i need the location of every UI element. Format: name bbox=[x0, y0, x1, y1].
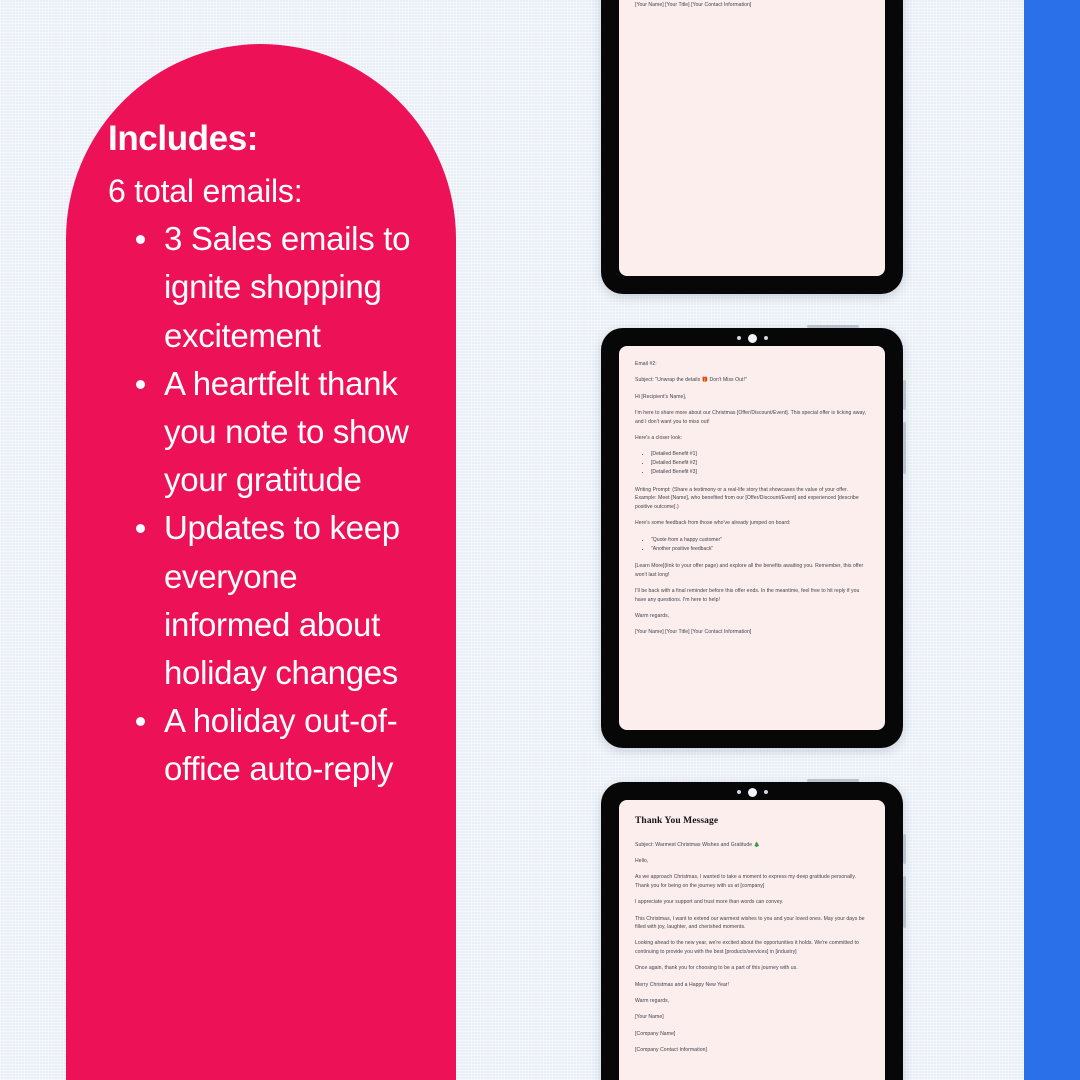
email-paragraph: Once again, thank you for choosing to be… bbox=[635, 965, 798, 972]
email-paragraph: Here's a closer look: bbox=[635, 434, 683, 441]
sensor-dot-icon bbox=[763, 790, 768, 794]
camera-dots bbox=[601, 787, 903, 797]
tablet-email-two[interactable]: Email #2: Subject: "Unwrap the details 🎁… bbox=[601, 325, 906, 748]
tablet-screen-thank-you: Thank You Message Subject: Warmest Chris… bbox=[619, 800, 885, 1080]
includes-bullet-list: 3 Sales emails to ignite shopping excite… bbox=[108, 215, 430, 793]
email-label: Email #2: bbox=[635, 361, 657, 367]
email-greeting: Hello, bbox=[635, 858, 649, 865]
list-item: A heartfelt thank you note to show your … bbox=[108, 360, 430, 505]
email-paragraph: I appreciate your support and trust more… bbox=[635, 899, 784, 906]
email-subject: Subject: "Unwrap the details 🎁 Don't Mis… bbox=[635, 377, 747, 384]
tablet-top-button[interactable] bbox=[807, 779, 859, 782]
email-paragraph: As we approach Christmas, I wanted to ta… bbox=[635, 874, 857, 889]
list-item: [Detailed Benefit #1] bbox=[651, 450, 869, 459]
list-item: "Another positive feedback" bbox=[651, 545, 869, 554]
email-company-name: [Company Name] bbox=[635, 1030, 676, 1037]
list-item: [Detailed Benefit #2] bbox=[651, 459, 869, 468]
email-paragraph: I'll be back with a final reminder befor… bbox=[635, 588, 860, 603]
tablet-side-button-power[interactable] bbox=[903, 422, 906, 474]
tablet-screen-email-one: quick recap: [Benefit #1] [Benefit #2] [… bbox=[619, 0, 885, 276]
tablet-side-button-power[interactable] bbox=[903, 876, 906, 928]
sensor-dot-icon bbox=[763, 336, 768, 340]
list-item: "Quote from a happy customer" bbox=[651, 536, 869, 545]
list-item: [Detailed Benefit #3] bbox=[651, 468, 869, 477]
email-cta: [Learn More](link to your offer page) an… bbox=[635, 563, 864, 578]
email-signature: [Your Name] [Your Title] [Your Contact I… bbox=[635, 629, 752, 636]
blue-accent-stripe bbox=[1024, 0, 1080, 1080]
list-item: Updates to keep everyone informed about … bbox=[108, 504, 430, 697]
list-item: A holiday out-of-office auto-reply bbox=[108, 697, 430, 793]
email-writing-prompt: Writing Prompt: (Share a testimony or a … bbox=[635, 487, 859, 510]
thank-you-document: Thank You Message Subject: Warmest Chris… bbox=[635, 814, 869, 1055]
email-signoff: Warm regards, bbox=[635, 997, 670, 1004]
list-item: 3 Sales emails to ignite shopping excite… bbox=[108, 215, 430, 360]
tablet-side-button-volume[interactable] bbox=[903, 834, 906, 864]
camera-lens-icon bbox=[747, 333, 757, 343]
email-paragraph: Here's some feedback from those who've a… bbox=[635, 520, 791, 527]
tablet-screen-email-two: Email #2: Subject: "Unwrap the details 🎁… bbox=[619, 346, 885, 730]
email-signature: [Your Name] bbox=[635, 1014, 664, 1021]
email-paragraph: Looking ahead to the new year, we're exc… bbox=[635, 940, 859, 955]
tablet-top-button[interactable] bbox=[807, 325, 859, 328]
email-signoff: Warm regards, bbox=[635, 613, 670, 619]
benefit-list: [Detailed Benefit #1] [Detailed Benefit … bbox=[635, 450, 869, 477]
email-document-two: Email #2: Subject: "Unwrap the details 🎁… bbox=[635, 360, 869, 637]
page-title: Includes: bbox=[108, 119, 259, 158]
email-company-contact: [Company Contact Information] bbox=[635, 1047, 707, 1054]
email-paragraph: This Christmas, I want to extend our war… bbox=[635, 915, 865, 931]
tablet-side-button-volume[interactable] bbox=[903, 380, 906, 410]
tablet-email-one[interactable]: quick recap: [Benefit #1] [Benefit #2] [… bbox=[601, 0, 903, 294]
email-subject: Subject: Warmest Christmas Wishes and Gr… bbox=[635, 841, 760, 848]
sensor-dot-icon bbox=[736, 336, 741, 340]
email-greeting: Hi [Recipient's Name], bbox=[635, 393, 687, 400]
email-document-one: quick recap: [Benefit #1] [Benefit #2] [… bbox=[635, 0, 869, 10]
email-signature: [Your Name] [Your Title] [Your Contact I… bbox=[635, 2, 752, 9]
sensor-dot-icon bbox=[736, 790, 741, 794]
camera-lens-icon bbox=[747, 787, 757, 797]
document-heading: Thank You Message bbox=[635, 816, 719, 826]
email-paragraph: I'm here to share more about our Christm… bbox=[635, 410, 867, 425]
email-paragraph: Merry Christmas and a Happy New Year! bbox=[635, 981, 730, 988]
tablet-thank-you[interactable]: Thank You Message Subject: Warmest Chris… bbox=[601, 779, 906, 1080]
quote-list: "Quote from a happy customer" "Another p… bbox=[635, 536, 869, 554]
card-subtitle: 6 total emails: bbox=[108, 172, 303, 209]
includes-card: Includes: 6 total emails: 3 Sales emails… bbox=[66, 44, 456, 1080]
camera-dots bbox=[601, 333, 903, 343]
